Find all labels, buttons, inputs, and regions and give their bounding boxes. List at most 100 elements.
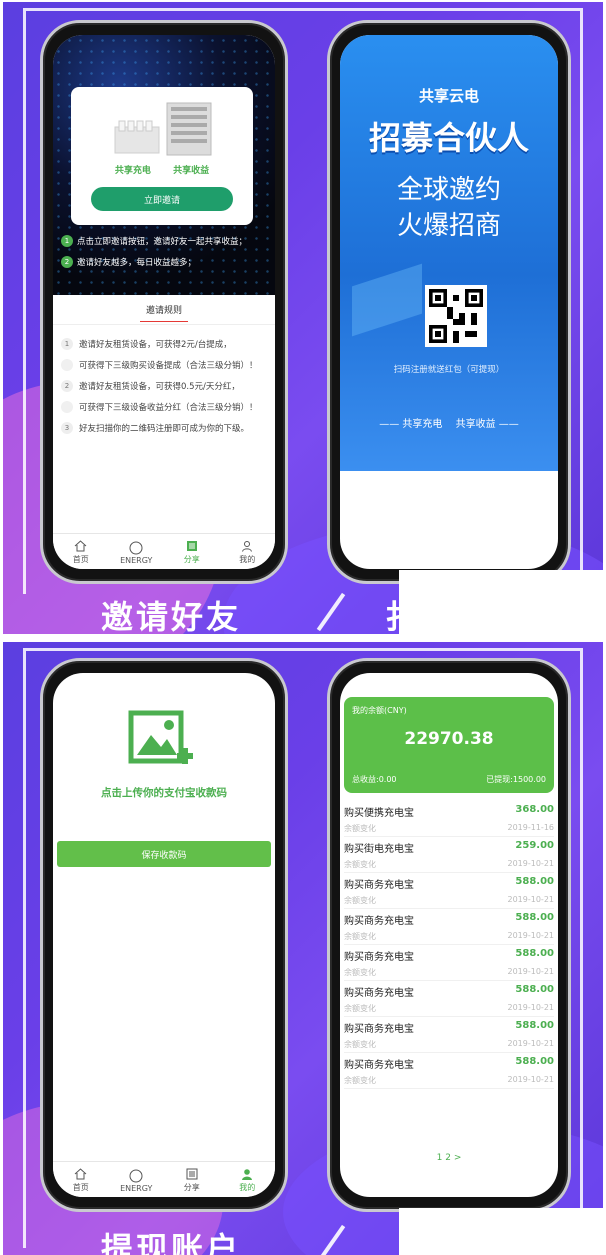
tx-date: 2019-10-21 (507, 1075, 555, 1084)
step-number: 2 (61, 256, 73, 268)
upload-hint[interactable]: 点击上传你的支付宝收款码 (53, 785, 275, 800)
tab-label: ENERGY (120, 556, 153, 565)
tx-note: 余额变化 (344, 1004, 376, 1013)
rule-item: 3 好友扫描你的二维码注册即可成为你的下级。 (61, 422, 267, 434)
tab-bar: 首页 ENERGY 分享 我的 (53, 533, 275, 569)
rules-list: 1 邀请好友租赁设备，可获得2元/台提成， 可获得下三级购买设备提成（合法三级分销… (53, 324, 275, 434)
power-bank-image (109, 97, 219, 159)
tx-date: 2019-10-21 (507, 1039, 555, 1048)
rule-item: 2 邀请好友租赁设备，可获得0.5元/天分红， (61, 380, 267, 392)
tab-label: 我的 (239, 555, 256, 564)
qr-code[interactable] (425, 285, 487, 347)
invite-now-button[interactable]: 立即邀请 (91, 187, 233, 211)
tx-amount: 588.00 (515, 984, 554, 995)
recruit-poster: 共享云电 招募合伙人 全球邀约 火爆招商 扫码注册就送红包（可提现） —— 共享… (340, 35, 558, 471)
tx-note: 余额变化 (344, 968, 376, 977)
poster-scan-text: 扫码注册就送红包（可提现） (393, 365, 505, 375)
tx-date: 2019-10-21 (507, 895, 555, 904)
transaction-row: 购买商务充电宝 588.00 余额变化 2019-10-21 (344, 981, 554, 1017)
rule-item: 可获得下三级设备收益分红（合法三级分销）！ (61, 401, 267, 413)
tx-note: 余额变化 (344, 1076, 376, 1085)
product-label-left: 共享充电 (114, 166, 151, 176)
tx-amount: 588.00 (515, 1056, 554, 1067)
transaction-row: 购买商务充电宝 588.00 余额变化 2019-10-21 (344, 945, 554, 981)
tab-label: 分享 (183, 555, 200, 564)
phone-invite: 共享充电 共享收益 立即邀请 1 点击立即邀请按钮，邀请好友一起共享收益； 2 … (40, 20, 288, 584)
balance-amount: 22970.38 (404, 729, 494, 749)
tx-title: 购买商务充电宝 (344, 880, 414, 891)
invite-screen: 共享充电 共享收益 立即邀请 1 点击立即邀请按钮，邀请好友一起共享收益； 2 … (53, 35, 275, 569)
tab-home[interactable]: 首页 (53, 1162, 109, 1197)
poster-headline: 招募合伙人 (368, 119, 529, 157)
page-next[interactable]: > (454, 1153, 462, 1163)
caption-invite-friends: 邀请好友 (101, 598, 242, 634)
poster-line-1: 全球邀约 (396, 175, 501, 205)
pagination: 1 2 > (340, 1153, 558, 1163)
share-icon (185, 1167, 199, 1180)
tab-share[interactable]: 分享 (164, 534, 220, 569)
product-label-right: 共享收益 (173, 166, 210, 176)
poster-screen: 共享云电 招募合伙人 全球邀约 火爆招商 扫码注册就送红包（可提现） —— 共享… (340, 35, 558, 569)
transaction-row: 购买商务充电宝 588.00 余额变化 2019-10-21 (344, 1017, 554, 1053)
tab-home[interactable]: 首页 (53, 534, 109, 569)
tx-title: 购买便携充电宝 (344, 808, 414, 819)
circle-icon (129, 1169, 143, 1182)
tab-energy[interactable]: ENERGY (109, 1162, 165, 1197)
tab-label: ENERGY (120, 1184, 153, 1193)
tx-date: 2019-10-21 (507, 859, 555, 868)
invite-card: 共享充电 共享收益 立即邀请 (71, 87, 253, 225)
balance-label: 我的余额(CNY) (352, 706, 407, 715)
home-icon (74, 539, 88, 552)
user-icon (240, 539, 254, 552)
tx-date: 2019-10-21 (507, 967, 555, 976)
rules-title: 邀请规则 (145, 306, 182, 316)
bottom-panel: 点击上传你的支付宝收款码 保存收款码 首页 ENERGY 分享 我的 我的余额(… (3, 642, 603, 1255)
tab-mine[interactable]: 我的 (220, 1162, 276, 1197)
tab-mine[interactable]: 我的 (220, 534, 276, 569)
save-qr-button[interactable]: 保存收款码 (57, 841, 271, 867)
step-row: 1 点击立即邀请按钮，邀请好友一起共享收益； (61, 235, 269, 247)
poster-footer: —— 共享充电 共享收益 —— (379, 419, 519, 430)
withdrawn-amount: 已提现:1500.00 (486, 775, 546, 784)
rule-item: 1 邀请好友租赁设备，可获得2元/台提成， (61, 338, 267, 350)
tx-date: 2019-10-21 (507, 931, 555, 940)
tx-title: 购买商务充电宝 (344, 1060, 414, 1071)
tx-amount: 588.00 (515, 1020, 554, 1031)
tx-amount: 588.00 (515, 912, 554, 923)
tx-title: 购买商务充电宝 (344, 916, 414, 927)
phone-upload: 点击上传你的支付宝收款码 保存收款码 首页 ENERGY 分享 我的 (40, 658, 288, 1212)
tx-note: 余额变化 (344, 896, 376, 905)
tx-note: 余额变化 (344, 824, 376, 833)
step-row: 2 邀请好友越多，每日收益越多； (61, 256, 269, 268)
caption-withdraw-account: 提现账户 (101, 1230, 242, 1255)
tx-title: 购买街电充电宝 (344, 844, 414, 855)
add-image-icon[interactable] (127, 709, 197, 775)
tx-amount: 368.00 (515, 804, 554, 815)
tab-share[interactable]: 分享 (164, 1162, 220, 1197)
tx-title: 购买商务充电宝 (344, 1024, 414, 1035)
rule-text: 可获得下三级购买设备提成（合法三级分销）！ (79, 361, 258, 371)
user-icon (240, 1167, 254, 1180)
circle-icon (129, 541, 143, 554)
tx-date: 2019-10-21 (507, 1003, 555, 1012)
step-text: 邀请好友越多，每日收益越多； (77, 258, 197, 268)
tx-amount: 588.00 (515, 948, 554, 959)
rule-number: 3 (61, 422, 73, 434)
tx-title: 购买商务充电宝 (344, 988, 414, 999)
step-text: 点击立即邀请按钮，邀请好友一起共享收益； (77, 237, 248, 247)
decor-device (352, 263, 422, 337)
tab-label: 首页 (72, 555, 89, 564)
rule-text: 可获得下三级设备收益分红（合法三级分销）！ (79, 403, 258, 413)
transaction-row: 购买商务充电宝 588.00 余额变化 2019-10-21 (344, 873, 554, 909)
product-labels: 共享充电 共享收益 (71, 163, 253, 176)
share-icon (185, 539, 199, 552)
tab-energy[interactable]: ENERGY (109, 534, 165, 569)
balance-card: 我的余额(CNY) 22970.38 总收益:0.00 已提现:1500.00 (344, 697, 554, 793)
poster-brand: 共享云电 (418, 87, 479, 105)
page-link-1[interactable]: 1 (437, 1153, 443, 1163)
rule-number (61, 359, 73, 371)
transaction-row: 购买商务充电宝 588.00 余额变化 2019-10-21 (344, 1053, 554, 1089)
tx-amount: 259.00 (515, 840, 554, 851)
page-link-2[interactable]: 2 (445, 1153, 451, 1163)
poster-line-2: 火爆招商 (396, 211, 501, 241)
